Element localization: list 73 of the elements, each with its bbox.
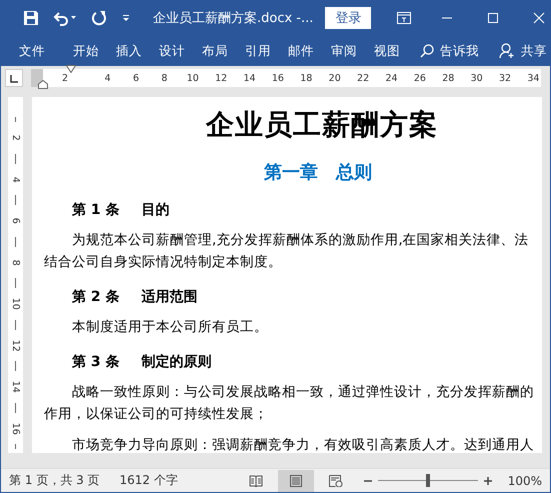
customize-caret-icon[interactable] [121, 13, 131, 23]
ruler-number: 18 [299, 72, 314, 84]
article-heading: 制定的原则 [142, 352, 212, 372]
close-icon[interactable] [533, 12, 546, 24]
window-title: 企业员工薪酬方案.docx -... [153, 10, 314, 27]
chapter-heading: 第一章 总则 [264, 161, 373, 185]
page-count: 第 1 页，共 3 页 [9, 472, 100, 489]
ribbon-tab[interactable]: 视图 [374, 42, 400, 60]
ribbon-tab[interactable]: 引用 [245, 42, 271, 60]
paragraph-line: 本制度适用于本公司所有员工。 [72, 318, 269, 337]
share-button[interactable]: 共享 [521, 42, 547, 60]
ruler-number: 2 [10, 134, 20, 141]
ruler-number: 30 [470, 72, 484, 84]
ruler-number: 6 [132, 72, 140, 84]
left-tab-icon [10, 75, 18, 83]
paragraph-line: 结合公司自身实际情况特制定本制度。 [44, 253, 283, 272]
ruler-number: 16 [270, 72, 285, 84]
page-lines-icon [288, 474, 303, 486]
ruler-number: 6 [10, 218, 20, 224]
ruler-number: 8 [10, 259, 20, 266]
tab-selector[interactable] [5, 69, 23, 87]
ruler-number: 24 [384, 72, 399, 84]
paragraph-line: 为规范本公司薪酬管理,充分发挥薪酬体系的激励作用,在国家相关法律、法 [72, 231, 530, 250]
ruler-number: 14 [242, 72, 257, 84]
ribbon-display-icon[interactable] [397, 12, 412, 24]
paragraph-line: 战略一致性原则：与公司发展战略相一致，通过弹性设计，充分发挥薪酬的 [72, 383, 535, 402]
ruler-number: 26 [412, 72, 427, 84]
save-icon[interactable] [23, 10, 39, 26]
paragraph-line: 市场竞争力导向原则：强调薪酬竞争力，有效吸引高素质人才。达到通用人 [72, 436, 535, 453]
ruler-number: 10 [10, 298, 20, 310]
tell-me-field[interactable]: 告诉我 [440, 42, 479, 60]
web-page-icon [328, 474, 343, 486]
print-view-button[interactable] [278, 470, 314, 492]
ribbon-tab[interactable]: 审阅 [331, 42, 357, 60]
article-number: 第 1 条 [72, 201, 120, 220]
ruler-number: 22 [356, 72, 370, 84]
ruler-number: 16 [10, 422, 20, 434]
article-number: 第 3 条 [72, 353, 120, 372]
ruler-number: 20 [328, 72, 342, 84]
ribbon-tab[interactable]: 插入 [116, 42, 142, 60]
book-icon [248, 474, 263, 486]
ribbon-tab[interactable]: 文件 [19, 42, 45, 60]
ribbon-tab[interactable]: 邮件 [288, 42, 314, 60]
hanging-indent-marker[interactable] [38, 80, 48, 89]
ruler-number: 4 [10, 176, 20, 182]
person-add-icon[interactable] [499, 43, 515, 59]
ruler-number: 2 [60, 72, 70, 84]
zoom-percent[interactable]: 100% [508, 474, 542, 488]
ribbon-tab[interactable]: 设计 [159, 42, 185, 60]
maximize-icon[interactable] [487, 12, 500, 24]
redo-icon[interactable] [91, 10, 107, 26]
ruler-number: 4 [104, 72, 112, 84]
ruler-number: 12 [10, 339, 20, 352]
zoom-in-icon[interactable] [484, 476, 492, 484]
document-title: 企业员工薪酬方案 [206, 107, 439, 143]
zoom-slider-thumb[interactable] [426, 474, 430, 487]
word-count: 1612 个字 [120, 472, 178, 489]
ruler-number: 32 [498, 72, 512, 84]
ruler-number: 10 [186, 72, 200, 84]
ruler-number: 12 [214, 72, 228, 84]
article-heading: 适用范围 [142, 288, 198, 307]
article-heading: 目的 [142, 201, 170, 220]
article-number: 第 2 条 [72, 288, 120, 307]
ruler-number: 28 [441, 72, 456, 84]
paragraph-line: 作用，以保证公司的可持续性发展； [44, 405, 269, 424]
ribbon-tab[interactable]: 布局 [202, 42, 228, 60]
ruler-number: 34 [526, 72, 540, 84]
sign-in-button[interactable]: 登录 [325, 7, 372, 29]
search-icon[interactable] [420, 44, 434, 58]
ribbon-tab[interactable]: 开始 [73, 42, 99, 60]
ruler-number: 8 [160, 72, 168, 84]
ruler-number: 14 [10, 380, 20, 393]
undo-icon[interactable] [53, 10, 77, 26]
